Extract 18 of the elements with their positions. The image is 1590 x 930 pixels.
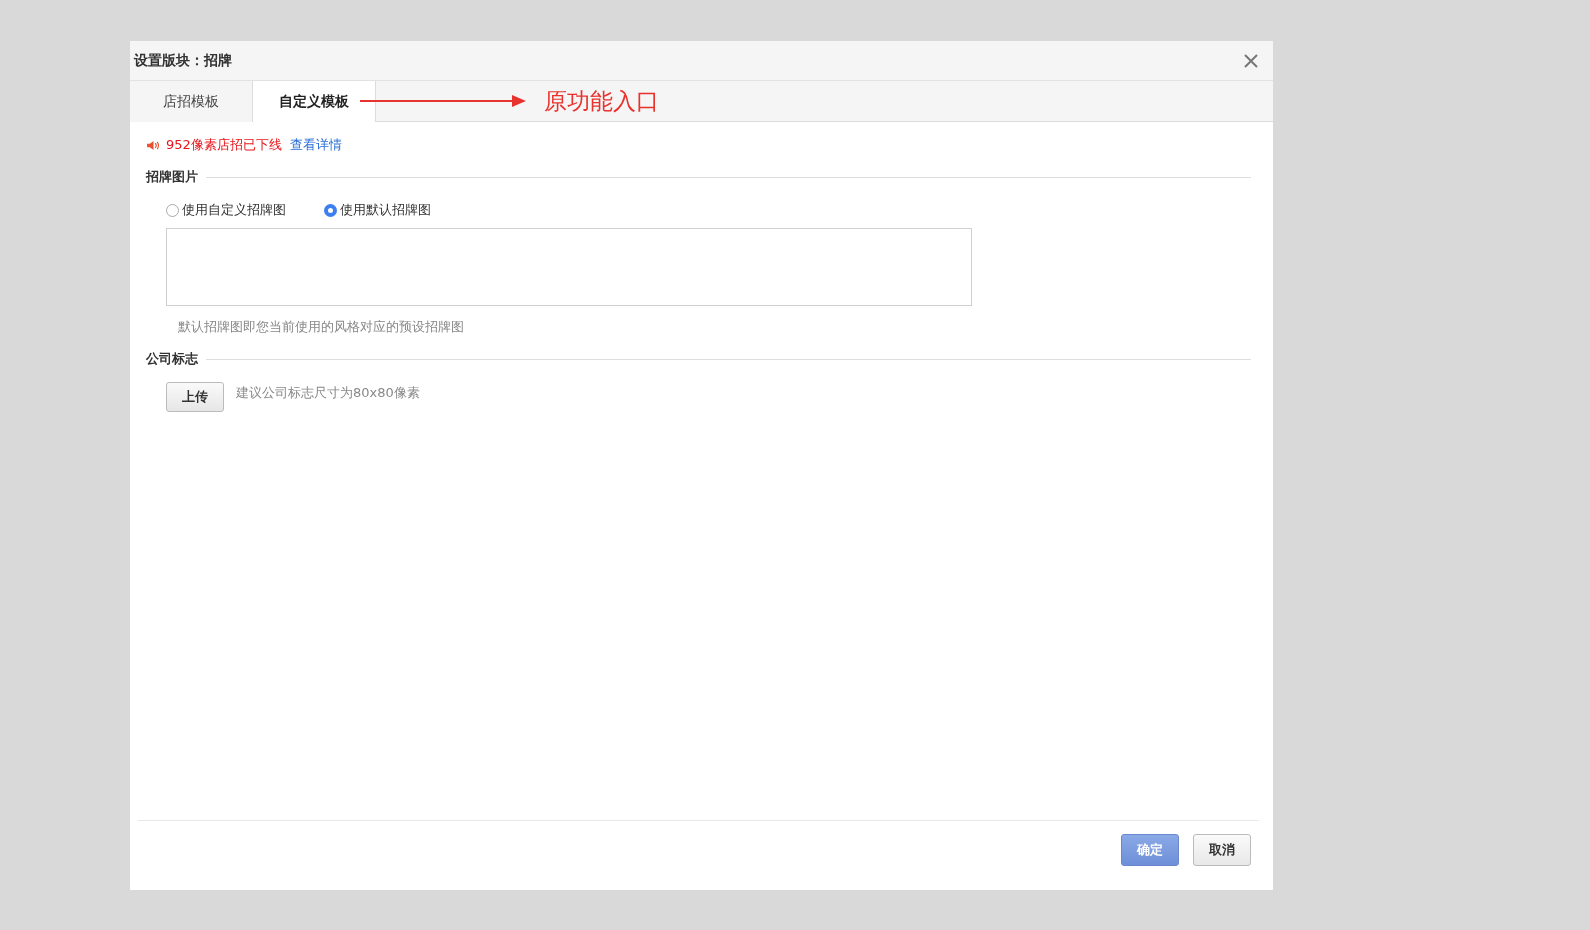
speaker-icon: [146, 139, 161, 151]
notice-text: 952像素店招已下线: [166, 136, 282, 154]
hint-text: 建议公司标志尺寸为80x80像素: [236, 384, 420, 402]
close-icon[interactable]: [1243, 52, 1259, 69]
radio-label: 使用默认招牌图: [340, 201, 431, 219]
radio-button[interactable]: [166, 203, 179, 217]
section-title: 招牌图片: [146, 168, 198, 186]
radio-button[interactable]: [324, 203, 337, 217]
radio-label: 使用自定义招牌图: [182, 201, 286, 219]
hint-text: 默认招牌图即您当前使用的风格对应的预设招牌图: [178, 318, 465, 336]
upload-button[interactable]: 上传: [166, 382, 224, 412]
details-link[interactable]: 查看详情: [289, 136, 342, 154]
annotation-text: 原功能入口: [544, 86, 659, 116]
dialog-title: 设置版块：招牌: [134, 51, 232, 70]
section-title: 公司标志: [146, 350, 198, 368]
tab[interactable]: 店招模板: [130, 81, 253, 122]
cancel-button[interactable]: 取消: [1193, 834, 1251, 866]
tab[interactable]: 自定义模板: [253, 81, 376, 122]
